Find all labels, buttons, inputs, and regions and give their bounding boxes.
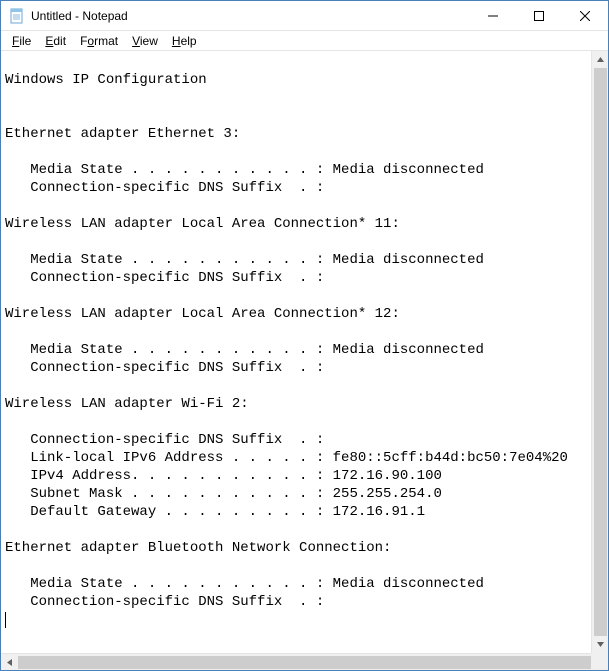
menu-help[interactable]: Help xyxy=(165,33,204,49)
editor-area: Windows IP Configuration Ethernet adapte… xyxy=(1,51,608,670)
horizontal-scroll-thumb[interactable] xyxy=(18,656,591,669)
close-button[interactable] xyxy=(562,1,608,30)
window-controls xyxy=(470,1,608,30)
menu-file[interactable]: File xyxy=(5,33,38,49)
menu-edit[interactable]: Edit xyxy=(38,33,73,49)
maximize-button[interactable] xyxy=(516,1,562,30)
scrollbar-corner xyxy=(591,653,608,670)
window-title: Untitled - Notepad xyxy=(31,9,470,23)
vertical-scroll-thumb[interactable] xyxy=(594,68,607,636)
scroll-down-button[interactable] xyxy=(592,636,608,653)
scroll-up-button[interactable] xyxy=(592,51,608,68)
minimize-button[interactable] xyxy=(470,1,516,30)
titlebar[interactable]: Untitled - Notepad xyxy=(1,1,608,31)
text-editor[interactable]: Windows IP Configuration Ethernet adapte… xyxy=(1,51,608,653)
menu-view[interactable]: View xyxy=(125,33,165,49)
menu-format[interactable]: Format xyxy=(73,33,125,49)
horizontal-scrollbar[interactable] xyxy=(1,653,608,670)
vertical-scrollbar[interactable] xyxy=(591,51,608,653)
text-caret xyxy=(5,612,6,628)
scroll-left-button[interactable] xyxy=(1,654,18,671)
menubar: File Edit Format View Help xyxy=(1,31,608,51)
horizontal-scroll-track[interactable] xyxy=(18,654,591,670)
vertical-scroll-track[interactable] xyxy=(592,68,608,636)
notepad-icon xyxy=(9,8,25,24)
